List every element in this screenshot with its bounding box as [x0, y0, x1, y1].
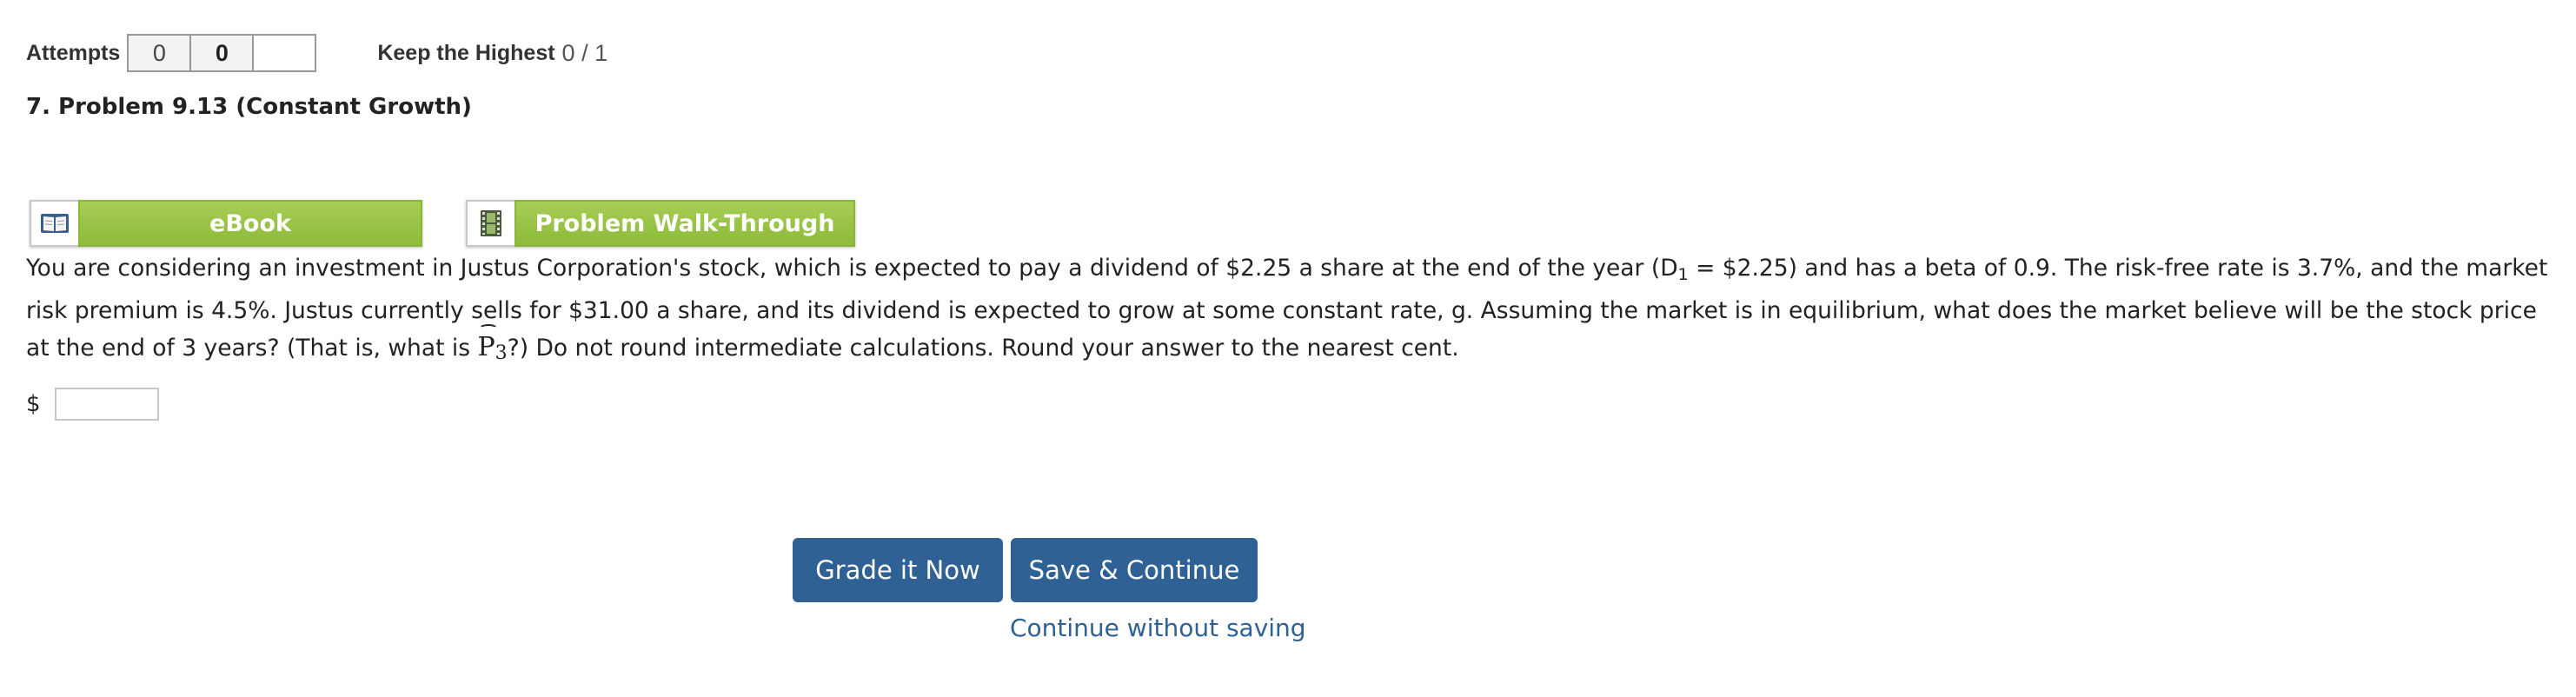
continue-without-saving-link[interactable]: Continue without saving: [1010, 614, 1306, 642]
score-value: 0 / 1: [561, 39, 608, 66]
ebook-button[interactable]: eBook: [30, 200, 422, 247]
answer-input[interactable]: [54, 388, 159, 421]
p-hat-symbol: P: [477, 324, 499, 366]
question-part-1: You are considering an investment in Jus…: [26, 255, 1678, 282]
attempt-box-3: [252, 34, 317, 72]
save-and-continue-button[interactable]: Save & Continue: [1011, 538, 1258, 602]
question-text: You are considering an investment in Jus…: [26, 250, 2564, 372]
dividend-subscript: 1: [1677, 265, 1689, 284]
p-subscript: 3: [495, 342, 508, 364]
book-icon: [30, 200, 78, 247]
ebook-label: eBook: [78, 200, 422, 247]
answer-row: $: [26, 388, 159, 421]
attempts-label: Attempts: [26, 40, 121, 65]
walkthrough-label: Problem Walk-Through: [515, 200, 855, 247]
assignment-page: Attempts 0 0 Keep the Highest 0 / 1 7. P…: [0, 0, 2576, 697]
problem-walkthrough-button[interactable]: Problem Walk-Through: [466, 200, 855, 247]
question-part-3: ?) Do not round intermediate calculation…: [507, 335, 1459, 362]
currency-symbol: $: [26, 391, 41, 417]
attempts-row: Attempts 0 0 Keep the Highest 0 / 1: [26, 33, 607, 73]
film-icon: [466, 200, 515, 247]
grade-it-now-button[interactable]: Grade it Now: [793, 538, 1003, 602]
keep-highest-label: Keep the Highest: [377, 40, 555, 65]
attempt-box-1: 0: [127, 34, 192, 72]
problem-title: 7. Problem 9.13 (Constant Growth): [26, 94, 472, 120]
attempt-box-2: 0: [189, 34, 255, 72]
